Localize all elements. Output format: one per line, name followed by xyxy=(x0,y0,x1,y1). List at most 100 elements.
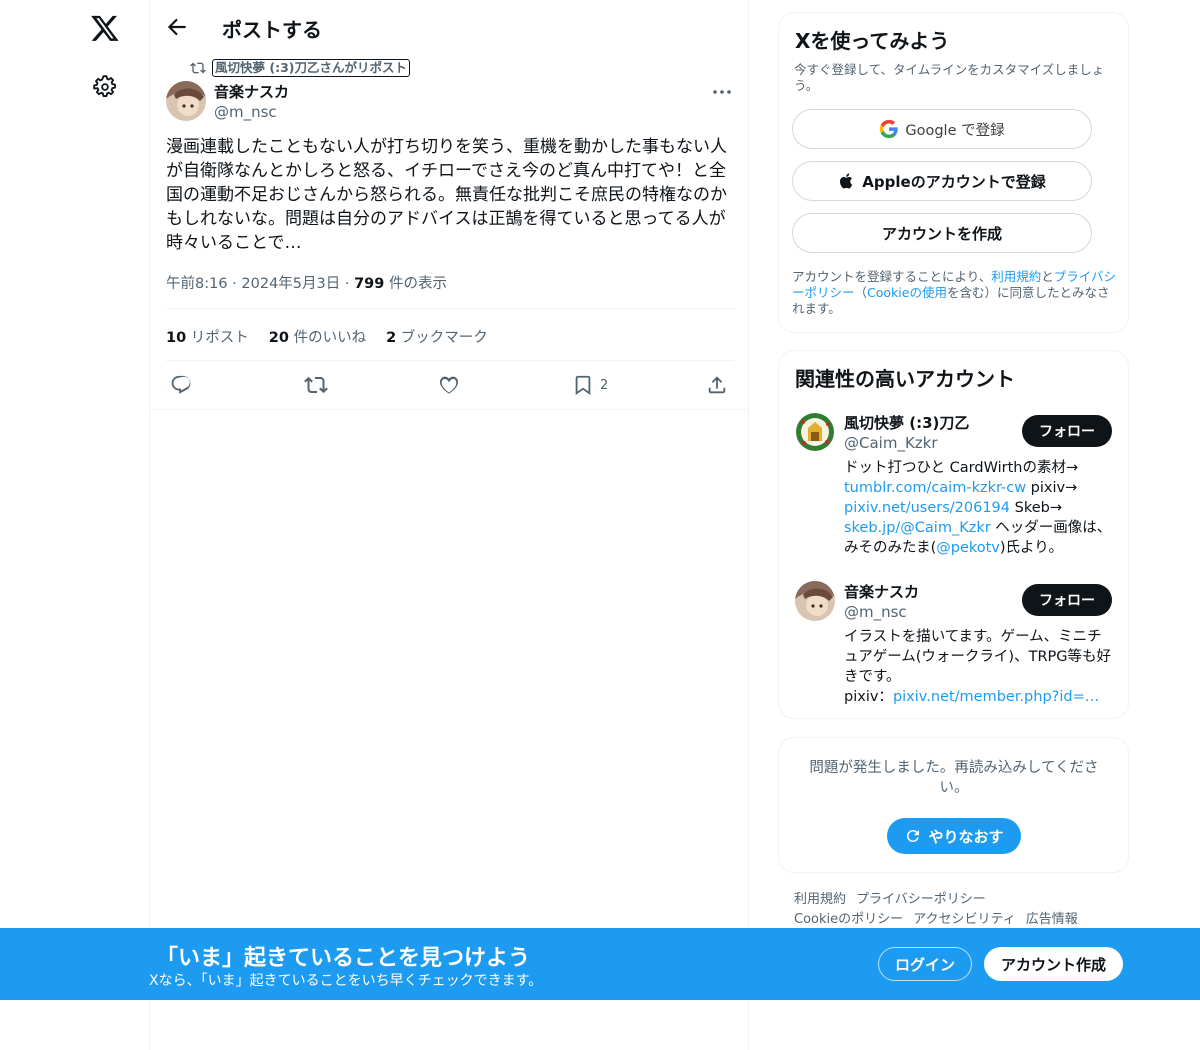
footer-link-accessibility[interactable]: アクセシビリティ xyxy=(913,912,1016,927)
cookie-link[interactable]: Cookieの使用 xyxy=(867,285,947,300)
main-column: ポストする 風切快夢 (:3)刀乙さんがリポスト 音楽ナスカ @m_nsc 漫画… xyxy=(150,0,749,1050)
reply-icon xyxy=(171,375,191,394)
error-card: 問題が発生しました。再読み込みしてください。 やりなおす xyxy=(778,737,1129,873)
gear-icon[interactable] xyxy=(92,74,118,100)
signup-button[interactable]: アカウント作成 xyxy=(984,947,1123,981)
post-date[interactable]: 2024年5月3日 xyxy=(241,276,340,292)
back-arrow-icon[interactable] xyxy=(164,14,190,40)
meta-separator: · xyxy=(232,276,237,292)
divider xyxy=(166,308,734,309)
bookmark-count: 2 xyxy=(600,377,609,393)
reposts-count: 10 xyxy=(166,330,187,346)
page-header: ポストする xyxy=(150,0,749,54)
bookmark-button[interactable]: 2 xyxy=(572,372,608,398)
create-account-label: アカウントを作成 xyxy=(881,224,1002,243)
terms-text: アカウントを登録することにより、利用規約とプライバシーポリシー（Cookieの使… xyxy=(792,269,1117,317)
bio-text: イラストを描いてます。ゲーム、ミニチュアゲーム(ウォークライ)、TRPG等も好き… xyxy=(844,629,1111,685)
terms-paren: （ xyxy=(854,285,868,300)
login-button[interactable]: ログイン xyxy=(878,947,972,981)
apple-signup-button[interactable]: Appleのアカウントで登録 xyxy=(792,161,1092,201)
related-accounts-card: 関連性の高いアカウント 風切快夢 (:3)刀乙 @Caim_Kzkr フォロー … xyxy=(778,350,1129,719)
retry-label: やりなおす xyxy=(928,827,1004,846)
related-bio: ドット打つひと CardWirthの素材→ tumblr.com/caim-kz… xyxy=(844,458,1116,558)
terms-prefix: アカウントを登録することにより、 xyxy=(792,269,992,284)
reposts-label: リポスト xyxy=(186,330,249,346)
x-logo-icon[interactable] xyxy=(90,13,120,43)
terms-link[interactable]: 利用規約 xyxy=(991,269,1041,284)
views-count: 799 xyxy=(354,276,385,292)
create-account-button[interactable]: アカウントを作成 xyxy=(792,213,1092,253)
post-text: 漫画連載したこともない人が打ち切りを笑う、重機を動かした事もない人が自衛隊なんと… xyxy=(166,137,727,253)
bio-text: )氏より。 xyxy=(999,540,1063,556)
bookmarks-label: ブックマーク xyxy=(396,330,488,346)
bio-text: pixiv→ xyxy=(1026,480,1078,496)
avatar-image xyxy=(795,581,835,621)
share-button[interactable] xyxy=(706,372,728,398)
author-avatar[interactable] xyxy=(166,81,206,121)
divider xyxy=(166,360,734,361)
login-banner: 「いま」起きていることを見つけよう Xなら、「いま」起きていることをいち早くチェ… xyxy=(0,928,1200,1000)
avatar-image xyxy=(795,412,835,452)
signup-subtitle: 今すぐ登録して、タイムラインをカスタマイズしましょう。 xyxy=(794,62,1105,93)
repost-label[interactable]: 風切快夢 (:3)刀乙さんがリポスト xyxy=(212,59,410,77)
follow-button[interactable]: フォロー xyxy=(1022,415,1112,447)
repost-button[interactable] xyxy=(304,372,328,398)
bio-text: ドット打つひと CardWirthの素材→ xyxy=(844,460,1079,476)
related-name[interactable]: 風切快夢 (:3)刀乙 xyxy=(844,412,969,433)
related-account[interactable]: 風切快夢 (:3)刀乙 @Caim_Kzkr フォロー ドット打つひと Card… xyxy=(795,412,1115,562)
bio-link[interactable]: skeb.jp/@Caim_Kzkr xyxy=(844,520,991,536)
terms-and: と xyxy=(1041,269,1054,284)
post-actions: 2 xyxy=(166,372,736,400)
views-label: 件の表示 xyxy=(384,276,447,292)
bio-link[interactable]: pixiv.net/member.php?id=… xyxy=(893,689,1099,705)
footer-link-privacy[interactable]: プライバシーポリシー xyxy=(856,892,986,907)
footer-link-cookie[interactable]: Cookieのポリシー xyxy=(794,912,903,927)
footer-link-ads[interactable]: 広告情報 xyxy=(1026,912,1078,927)
likes-count: 20 xyxy=(268,330,289,346)
left-nav xyxy=(0,0,150,1050)
banner-title: 「いま」起きていることを見つけよう xyxy=(156,946,531,971)
bio-text: Skeb→ xyxy=(1010,500,1062,516)
google-signup-label: Google で登録 xyxy=(905,122,1005,139)
retry-button[interactable]: やりなおす xyxy=(887,818,1021,854)
error-message: 問題が発生しました。再読み込みしてください。 xyxy=(809,760,1099,796)
reply-button[interactable] xyxy=(170,372,192,398)
likes-stat[interactable]: 20 件のいいね xyxy=(269,326,366,347)
apple-icon xyxy=(840,173,853,189)
like-button[interactable] xyxy=(438,372,460,398)
post-stats: 10 リポスト 20 件のいいね 2 ブックマーク xyxy=(166,326,488,347)
avatar-image xyxy=(166,81,206,121)
heart-icon xyxy=(439,376,459,394)
google-signup-button[interactable]: Google で登録 xyxy=(792,109,1092,149)
related-title: 関連性の高いアカウント xyxy=(795,367,1015,391)
related-name[interactable]: 音楽ナスカ xyxy=(844,581,919,602)
bio-link[interactable]: pixiv.net/users/206194 xyxy=(844,500,1010,516)
more-options-icon[interactable] xyxy=(710,82,734,102)
related-avatar[interactable] xyxy=(795,412,835,452)
related-handle[interactable]: @Caim_Kzkr xyxy=(844,434,938,452)
bio-text: pixiv： xyxy=(844,689,893,705)
footer-link-terms[interactable]: 利用規約 xyxy=(794,892,846,907)
share-icon xyxy=(708,376,726,394)
divider xyxy=(150,409,749,410)
page-title: ポストする xyxy=(222,18,322,42)
author-name[interactable]: 音楽ナスカ xyxy=(214,81,289,102)
bio-mention-link[interactable]: @pekotv xyxy=(936,540,1000,556)
repost-small-icon xyxy=(190,62,206,74)
related-handle[interactable]: @m_nsc xyxy=(844,603,907,621)
post-time[interactable]: 午前8:16 xyxy=(166,276,228,292)
author-handle[interactable]: @m_nsc xyxy=(214,103,277,121)
footer-links: 利用規約 プライバシーポリシー Cookieのポリシー アクセシビリティ 広告情報 xyxy=(794,890,1124,930)
signup-card: Xを使ってみよう 今すぐ登録して、タイムラインをカスタマイズしましょう。 Goo… xyxy=(778,12,1129,333)
related-avatar[interactable] xyxy=(795,581,835,621)
repost-indicator[interactable]: 風切快夢 (:3)刀乙さんがリポスト xyxy=(190,59,410,77)
bookmarks-count: 2 xyxy=(386,330,397,346)
post-meta: 午前8:16 · 2024年5月3日 · 799 件の表示 xyxy=(166,272,447,293)
related-bio: イラストを描いてます。ゲーム、ミニチュアゲーム(ウォークライ)、TRPG等も好き… xyxy=(844,627,1116,707)
follow-button[interactable]: フォロー xyxy=(1022,584,1112,616)
bookmarks-stat[interactable]: 2 ブックマーク xyxy=(386,326,488,347)
related-account[interactable]: 音楽ナスカ @m_nsc フォロー イラストを描いてます。ゲーム、ミニチュアゲー… xyxy=(795,581,1115,711)
reposts-stat[interactable]: 10 リポスト xyxy=(166,326,249,347)
bio-link[interactable]: tumblr.com/caim-kzkr-cw xyxy=(844,480,1026,496)
refresh-icon xyxy=(907,829,920,842)
